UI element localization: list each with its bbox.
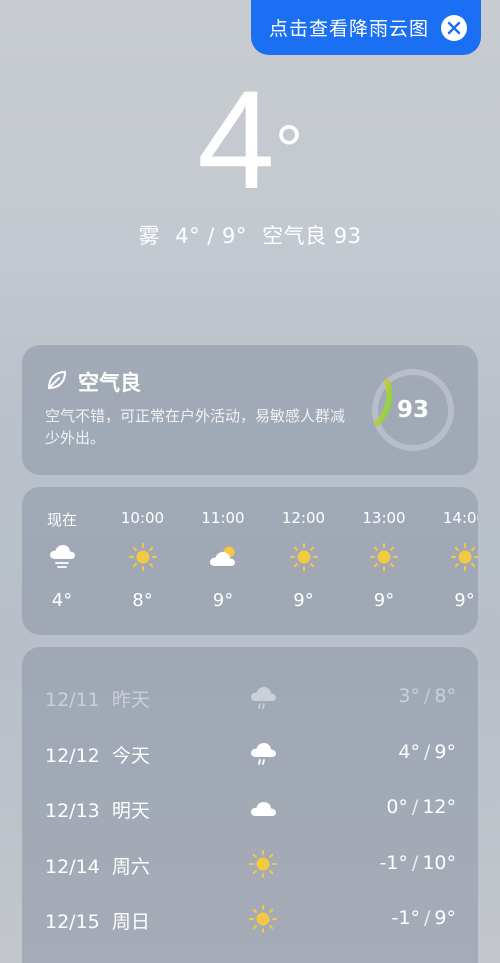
air-quality-description: 空气不错，可正常在户外活动，易敏感人群减少外出。 (45, 407, 346, 447)
daily-high: 9° (434, 740, 456, 763)
hourly-time: 14:00 (442, 509, 478, 527)
daily-low: -1° (379, 851, 408, 874)
hourly-time: 13:00 (362, 509, 406, 527)
current-aqi[interactable]: 空气良 93 (262, 224, 361, 248)
sun-icon (248, 904, 278, 934)
hourly-time: 12:00 (281, 509, 326, 527)
daily-high: 8° (434, 685, 456, 707)
daily-range: 0°/12° (386, 796, 456, 818)
sun-icon (128, 542, 158, 572)
rain-map-prompt[interactable]: 点击查看降雨云图 (251, 0, 481, 55)
daily-low: 3° (398, 685, 420, 707)
air-quality-card[interactable]: 空气良 空气不错，可正常在户外活动，易敏感人群减少外出。 93 (22, 345, 478, 475)
hourly-time: 11:00 (201, 509, 245, 527)
sun-icon (248, 849, 278, 879)
range-separator: / (411, 851, 419, 874)
daily-range: -1°/9° (392, 907, 456, 929)
aqi-gauge: 93 (370, 367, 456, 453)
daily-high: 12° (422, 796, 456, 818)
daily-high: 9° (434, 907, 456, 929)
range-separator: / (411, 796, 419, 818)
hourly-temp: 4° (51, 590, 73, 611)
daily-low: 0° (386, 796, 408, 818)
cloud-icon (248, 793, 278, 823)
hourly-temp: 9° (454, 590, 475, 611)
hourly-time: 现在 (46, 511, 77, 529)
daily-date: 12/11 昨天 (45, 689, 150, 711)
rain-map-label: 点击查看降雨云图 (269, 18, 430, 40)
daily-date: 12/12 今天 (45, 744, 150, 767)
hourly-temp: 8° (132, 590, 153, 611)
hourly-temp: 9° (293, 590, 314, 611)
daily-date: 12/14 周六 (45, 855, 150, 878)
daily-range: 3°/8° (398, 685, 456, 707)
hourly-time: 10:00 (120, 509, 165, 527)
aqi-value: 93 (396, 397, 429, 423)
daily-forecast[interactable]: 12/11 昨天 3°/8° 12/12 今天 4°/9° 12/13 明天 0°/12°… (22, 647, 478, 963)
daily-date: 12/15 周日 (45, 911, 150, 933)
air-quality-header: 空气良 (46, 367, 141, 397)
sun-icon (369, 542, 399, 572)
daily-row[interactable]: 12/14 周六 -1°/10° (22, 844, 478, 884)
daily-row[interactable]: 12/13 明天 0°/12° (22, 788, 478, 828)
daily-range: 4°/9° (398, 741, 456, 763)
daily-row[interactable]: 12/15 周日 -1°/9° (22, 899, 478, 939)
daily-range: -1°/10° (379, 852, 456, 874)
close-icon[interactable] (441, 14, 467, 41)
daily-low: 4° (398, 740, 420, 763)
air-quality-title: 空气良 (78, 371, 141, 395)
daily-row[interactable]: 12/11 昨天 3°/8° (22, 677, 478, 717)
daily-low: -1° (391, 907, 420, 929)
range-separator: / (424, 907, 431, 929)
fog-icon (47, 542, 77, 572)
current-range: 4° / 9° (175, 224, 247, 248)
rain-cloud-icon (248, 682, 278, 712)
rain-cloud-icon (248, 738, 278, 768)
partly-cloudy-icon (208, 542, 238, 572)
hourly-forecast[interactable]: 现在 4° 10:00 8° 11:00 9° 12:00 9° 13:00 9° 14:00 9° (22, 487, 478, 635)
hourly-temp: 9° (212, 590, 234, 611)
current-condition: 雾 (138, 224, 161, 248)
range-separator: / (424, 685, 431, 707)
daily-row[interactable]: 12/12 今天 4°/9° (22, 733, 478, 773)
current-temp-value: 4 (197, 61, 275, 218)
current-summary: 雾 4° / 9° 空气良 93 (0, 220, 500, 250)
current-temperature: 4° (0, 70, 500, 210)
range-separator: / (424, 740, 431, 763)
sun-icon (289, 542, 319, 572)
daily-date: 12/13 明天 (45, 800, 150, 822)
sun-icon (450, 542, 479, 572)
hourly-temp: 9° (373, 590, 395, 611)
daily-high: 10° (422, 851, 456, 874)
degree-symbol: ° (274, 111, 303, 189)
leaf-icon (46, 369, 68, 395)
